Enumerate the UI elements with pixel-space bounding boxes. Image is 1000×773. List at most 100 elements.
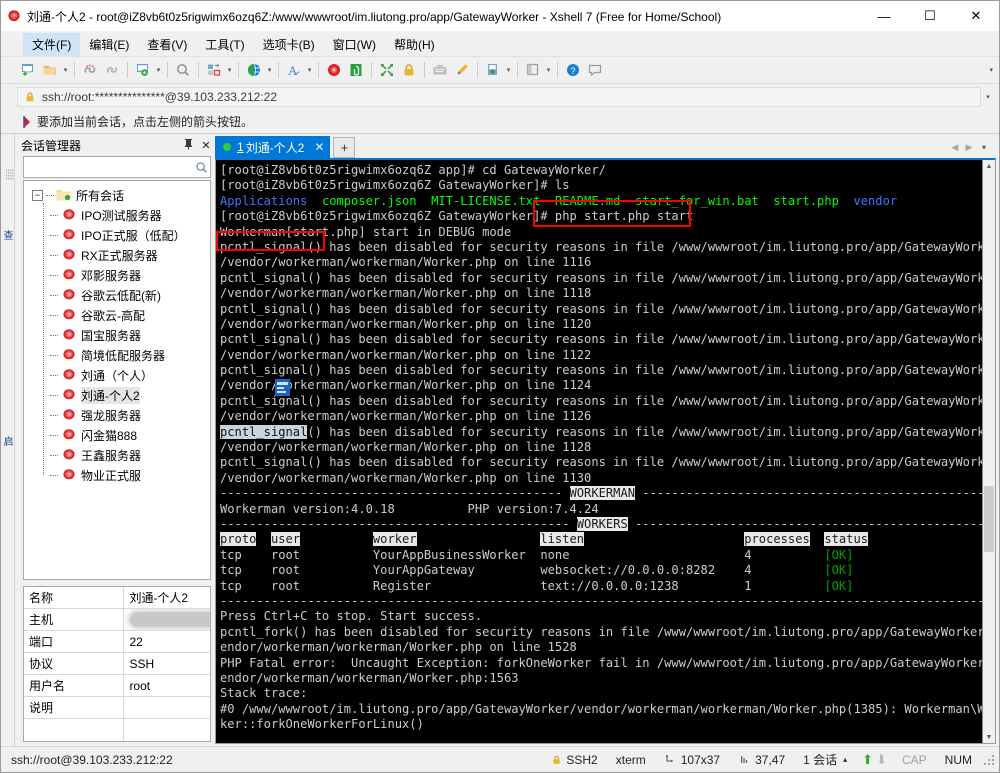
reconnect-icon[interactable] — [101, 59, 123, 81]
session-item[interactable]: 闪金猫888 — [24, 425, 210, 445]
terminal-line: pcntl_signal() has been disabled for sec… — [220, 240, 982, 255]
terminal-span — [839, 194, 854, 208]
session-item[interactable]: RX正式服务器 — [24, 245, 210, 265]
session-item[interactable]: 简境低配服务器 — [24, 345, 210, 365]
help-icon[interactable]: ? — [562, 59, 584, 81]
session-item[interactable]: 国宝服务器 — [24, 325, 210, 345]
font-icon[interactable]: A — [283, 59, 305, 81]
open-folder-caret-icon[interactable]: ▾ — [61, 59, 70, 81]
session-item-label: RX正式服务器 — [81, 248, 158, 263]
toolbar-divider — [371, 62, 372, 78]
session-item[interactable]: 王鑫服务器 — [24, 445, 210, 465]
status-sessions[interactable]: 1 会话 ▴ — [794, 751, 856, 768]
terminal-output[interactable]: [root@iZ8vb6t0z5rigwimx6ozq6Z app]# cd G… — [216, 160, 982, 743]
tab-menu-icon[interactable]: ▾ — [976, 143, 992, 152]
find-icon[interactable] — [172, 59, 194, 81]
globe-icon[interactable] — [243, 59, 265, 81]
panes-caret-icon[interactable]: ▾ — [544, 59, 553, 81]
menu-view[interactable]: 查看(V) — [138, 33, 196, 56]
xshell-window: 刘通-个人2 - root@iZ8vb6t0z5rigwimx6ozq6Z:/w… — [0, 0, 1000, 773]
session-tree[interactable]: − 所有会话 IPO测试服务器 IPO正式服（低配） RX正式服务器 邓影服务器谷歌云… — [23, 180, 211, 580]
comment-icon[interactable] — [584, 59, 606, 81]
panes-icon[interactable] — [522, 59, 544, 81]
session-item[interactable]: IPO测试服务器 — [24, 205, 210, 225]
scroll-up-icon[interactable]: ▲ — [983, 160, 995, 172]
capture-icon[interactable] — [345, 59, 367, 81]
status-security[interactable]: SSH2 — [540, 753, 606, 767]
tab-close-icon[interactable]: ✕ — [314, 140, 324, 154]
session-item[interactable]: 邓影服务器 — [24, 265, 210, 285]
menu-tools[interactable]: 工具(T) — [196, 33, 253, 56]
property-row-protocol: 协议 SSH — [24, 653, 210, 675]
session-tree-root[interactable]: − 所有会话 — [24, 185, 210, 205]
disconnect-icon[interactable] — [79, 59, 101, 81]
terminal-span: endor/workerman/workerman/Worker.php:156… — [220, 670, 519, 685]
highlight-icon[interactable] — [451, 59, 473, 81]
globe-caret-icon[interactable]: ▾ — [265, 59, 274, 81]
session-item-label: 邓影服务器 — [81, 268, 142, 283]
scroll-thumb[interactable] — [984, 486, 994, 553]
session-item[interactable]: 谷歌云低配(新) — [24, 285, 210, 305]
terminal-line: pcntl_signal() has been disabled for sec… — [220, 394, 982, 409]
terminal-line: /vendor/workerman/workerman/Worker.php o… — [220, 409, 982, 424]
session-properties-caret-icon[interactable]: ▾ — [154, 59, 163, 81]
scroll-down-icon[interactable]: ▼ — [983, 731, 995, 743]
status-size[interactable]: 107x37 — [655, 753, 729, 767]
log-icon[interactable] — [323, 59, 345, 81]
toolbar-overflow-icon[interactable]: ▾ — [989, 66, 993, 74]
session-item[interactable]: 刘通（个人） — [24, 365, 210, 385]
session-item[interactable]: 物业正式服 — [24, 465, 210, 485]
tab-prev-icon[interactable]: ◀ — [948, 142, 962, 153]
close-icon[interactable]: ✕ — [197, 139, 215, 152]
session-item[interactable]: IPO正式服（低配） — [24, 225, 210, 245]
address-input[interactable]: ssh://root:***************@39.103.233.21… — [17, 87, 981, 107]
status-terminal-type[interactable]: xterm — [607, 753, 655, 767]
session-item[interactable]: 谷歌云-高配 — [24, 305, 210, 325]
font-caret-icon[interactable]: ▾ — [305, 59, 314, 81]
session-properties-icon[interactable] — [132, 59, 154, 81]
keyboard-icon[interactable] — [429, 59, 451, 81]
menu-edit[interactable]: 编辑(E) — [80, 33, 138, 56]
tree-expander-icon[interactable]: − — [32, 189, 43, 201]
maximize-button[interactable]: ☐ — [907, 1, 953, 32]
session-search-box[interactable] — [23, 156, 211, 178]
new-tab-button[interactable]: + — [333, 137, 356, 158]
menu-tabs[interactable]: 选项卡(B) — [254, 33, 324, 56]
menu-window[interactable]: 窗口(W) — [324, 33, 385, 56]
session-search-input[interactable] — [24, 159, 192, 175]
edge-tab-grip[interactable]: ⁞⁞⁞⁞ — [1, 136, 14, 214]
resize-grip[interactable] — [983, 753, 995, 766]
address-dropdown-icon[interactable]: ▾ — [981, 93, 995, 101]
layout-icon[interactable] — [203, 59, 225, 81]
menu-bar: 文件(F) 编辑(E) 查看(V) 工具(T) 选项卡(B) 窗口(W) 帮助(… — [1, 32, 999, 57]
transfer-caret-icon[interactable]: ▾ — [504, 59, 513, 81]
transfer-icon[interactable] — [482, 59, 504, 81]
edge-tab-view[interactable]: 查 — [1, 218, 14, 252]
toolbar-divider — [318, 62, 319, 78]
new-session-icon[interactable] — [17, 59, 39, 81]
session-icon — [60, 347, 78, 363]
terminal-span: proto — [220, 532, 257, 547]
tab-next-icon[interactable]: ▶ — [962, 142, 976, 153]
close-button[interactable]: ✕ — [953, 1, 999, 32]
fullscreen-icon[interactable] — [376, 59, 398, 81]
layout-caret-icon[interactable]: ▾ — [225, 59, 234, 81]
edge-tab-start[interactable]: 启 — [1, 424, 14, 458]
terminal-scrollbar[interactable]: ▲ ▼ — [982, 160, 995, 743]
status-cursor[interactable]: 37,47 — [729, 753, 794, 767]
terminal-span — [417, 194, 432, 208]
pin-icon[interactable] — [179, 138, 197, 153]
status-sessions-caret-icon[interactable]: ▴ — [843, 755, 847, 764]
minimize-button[interactable]: — — [861, 1, 907, 32]
session-item[interactable]: 刘通-个人2 — [24, 385, 210, 405]
status-transfer-indicators: ⬆ ⬇ — [856, 752, 893, 768]
lock-icon[interactable] — [398, 59, 420, 81]
menu-help[interactable]: 帮助(H) — [385, 33, 444, 56]
open-folder-icon[interactable] — [39, 59, 61, 81]
terminal-span — [584, 532, 744, 546]
tab-session-1[interactable]: 1 刘通-个人2 ✕ — [215, 136, 331, 158]
search-icon[interactable] — [192, 161, 210, 174]
menu-file[interactable]: 文件(F) — [23, 32, 81, 56]
session-item[interactable]: 强龙服务器 — [24, 405, 210, 425]
terminal-frame: [root@iZ8vb6t0z5rigwimx6ozq6Z app]# cd G… — [215, 158, 996, 744]
